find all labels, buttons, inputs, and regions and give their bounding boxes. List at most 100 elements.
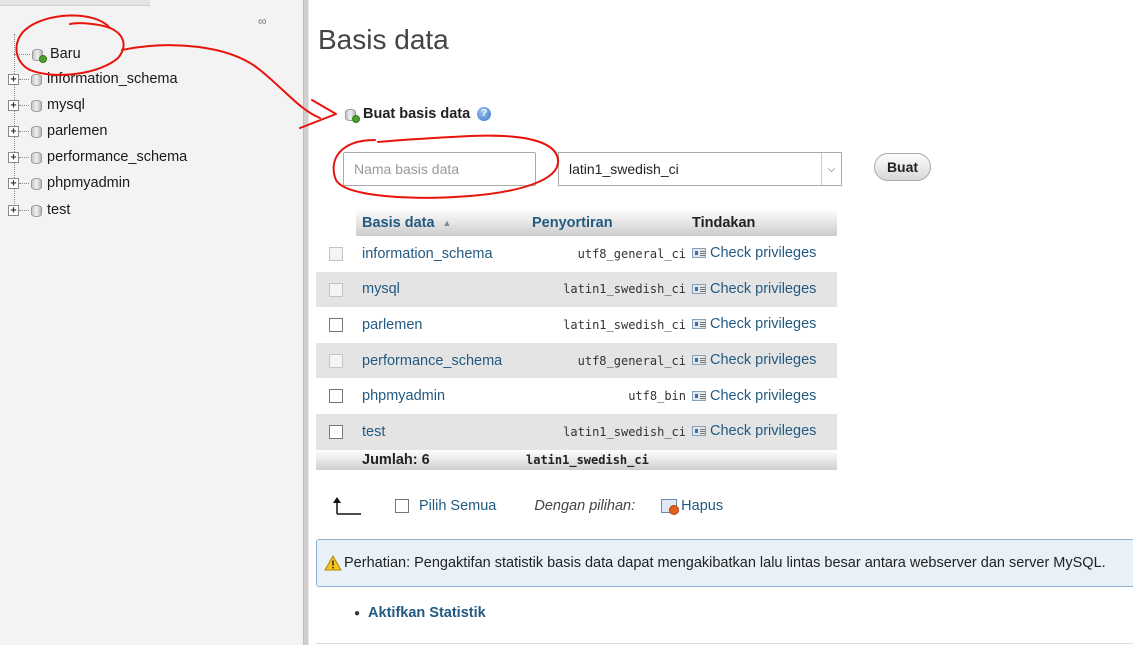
row-checkbox: [329, 353, 343, 368]
select-all-checkbox[interactable]: [395, 499, 409, 513]
check-privileges-label: Check privileges: [710, 387, 817, 404]
sidebar-item-label: performance_schema: [47, 149, 188, 165]
database-collation: latin1_swedish_ci: [526, 271, 692, 308]
row-checkbox: [329, 282, 343, 297]
collation-selected-value: latin1_swedish_ci: [569, 161, 679, 177]
tree-branch: [19, 209, 29, 211]
expand-icon[interactable]: +: [8, 177, 19, 189]
select-all-label[interactable]: Pilih Semua: [419, 498, 496, 514]
enable-statistics-link[interactable]: Aktifkan Statistik: [368, 605, 486, 621]
check-privileges-label: Check privileges: [710, 280, 817, 297]
sidebar-item-test[interactable]: + test: [8, 199, 70, 221]
header-database-name[interactable]: Basis data ▲: [356, 209, 526, 236]
sidebar-item-new[interactable]: Baru: [14, 43, 81, 65]
sidebar-item-label: parlemen: [47, 123, 108, 139]
main-content: Basis data Buat basis data ? latin1_swed…: [315, 0, 1133, 645]
sidebar-item-performance-schema[interactable]: + performance_schema: [8, 146, 187, 168]
sort-ascending-icon: ▲: [442, 217, 452, 228]
check-privileges-link[interactable]: Check privileges: [692, 281, 816, 297]
check-privileges-label: Check privileges: [710, 245, 817, 262]
table-row: information_schema utf8_general_ci Check…: [316, 236, 837, 272]
table-row: performance_schema utf8_general_ci Check…: [316, 342, 837, 379]
expand-icon[interactable]: +: [8, 73, 19, 85]
delete-label: Hapus: [681, 498, 724, 514]
row-action-cell: Check privileges: [692, 378, 837, 414]
database-name-input[interactable]: [343, 152, 536, 186]
sidebar-resize-handle[interactable]: [303, 0, 309, 645]
total-empty-cell: [692, 449, 837, 470]
page-title: Basis data: [318, 24, 449, 55]
expand-icon[interactable]: +: [8, 99, 19, 111]
check-privileges-link[interactable]: Check privileges: [692, 423, 816, 439]
row-action-cell: Check privileges: [692, 271, 837, 308]
database-name-link[interactable]: performance_schema: [356, 342, 526, 379]
sort-by-collation-link[interactable]: Penyortiran: [532, 215, 613, 231]
sidebar-item-information-schema[interactable]: + information_schema: [8, 68, 178, 90]
database-name-link[interactable]: mysql: [356, 271, 526, 308]
database-collation: utf8_bin: [526, 378, 692, 414]
total-collation: latin1_swedish_ci: [526, 449, 692, 470]
privileges-icon: [692, 426, 706, 437]
notice-text: Perhatian: Pengaktifan statistik basis d…: [344, 555, 1106, 571]
row-checkbox[interactable]: [329, 389, 343, 404]
tree-branch: [19, 78, 29, 80]
sidebar-item-label: test: [47, 202, 71, 218]
database-table: Basis data ▲ Penyortiran Tindakan informa…: [316, 209, 837, 470]
enable-statistics-item[interactable]: ● Aktifkan Statistik: [354, 605, 486, 621]
check-privileges-link[interactable]: Check privileges: [692, 352, 816, 368]
header-collation[interactable]: Penyortiran: [526, 209, 692, 236]
database-collation: utf8_general_ci: [526, 342, 692, 379]
database-name-link[interactable]: phpmyadmin: [356, 378, 526, 414]
new-database-icon: [345, 108, 360, 123]
database-collation: latin1_swedish_ci: [526, 413, 692, 450]
expand-icon[interactable]: +: [8, 151, 19, 163]
database-name-link[interactable]: information_schema: [356, 236, 526, 272]
row-checkbox[interactable]: [329, 318, 343, 333]
row-action-cell: Check privileges: [692, 342, 837, 379]
sort-by-name-link[interactable]: Basis data: [362, 215, 435, 231]
sidebar-item-mysql[interactable]: + mysql: [8, 94, 85, 116]
sidebar-item-label: information_schema: [47, 71, 178, 87]
database-name-link[interactable]: parlemen: [356, 307, 526, 343]
warning-icon: [324, 555, 342, 571]
database-name-link[interactable]: test: [356, 413, 526, 450]
delete-selected-button[interactable]: Hapus: [661, 498, 724, 515]
row-checkbox-cell: [316, 413, 356, 450]
expand-icon[interactable]: +: [8, 204, 19, 216]
row-checkbox-cell: [316, 271, 356, 308]
bottom-divider: [316, 643, 1133, 644]
row-checkbox-cell: [316, 307, 356, 343]
sidebar-item-label: mysql: [47, 97, 85, 113]
help-icon[interactable]: ?: [477, 107, 492, 121]
check-privileges-link[interactable]: Check privileges: [692, 388, 816, 404]
row-checkbox-cell: [316, 342, 356, 379]
expand-icon[interactable]: +: [8, 125, 19, 137]
database-icon: [31, 151, 42, 164]
database-icon: [31, 99, 42, 112]
collation-select[interactable]: latin1_swedish_ci ⌵: [558, 152, 842, 186]
sidebar-item-parlemen[interactable]: + parlemen: [8, 120, 107, 142]
check-privileges-label: Check privileges: [710, 316, 817, 333]
chevron-down-icon[interactable]: ⌵: [821, 153, 841, 185]
sidebar-top-strip: [0, 0, 150, 6]
create-database-button[interactable]: Buat: [874, 153, 931, 181]
database-icon: [31, 73, 42, 86]
tree-branch: [19, 156, 29, 158]
arrow-up-left-icon: [333, 496, 363, 516]
with-selected-label: Dengan pilihan:: [534, 498, 636, 514]
link-icon[interactable]: ∞: [258, 15, 272, 27]
database-collation: utf8_general_ci: [526, 236, 692, 272]
create-database-label: Buat basis data: [363, 106, 471, 122]
check-privileges-link[interactable]: Check privileges: [692, 245, 816, 261]
row-action-cell: Check privileges: [692, 413, 837, 450]
row-action-cell: Check privileges: [692, 236, 837, 272]
database-icon: [31, 177, 42, 190]
privileges-icon: [692, 248, 706, 259]
sidebar-item-phpmyadmin[interactable]: + phpmyadmin: [8, 172, 130, 194]
check-privileges-link[interactable]: Check privileges: [692, 316, 816, 332]
database-collation: latin1_swedish_ci: [526, 307, 692, 343]
privileges-icon: [692, 390, 706, 401]
new-database-icon: [32, 48, 47, 63]
privileges-icon: [692, 283, 706, 294]
row-checkbox[interactable]: [329, 424, 343, 439]
